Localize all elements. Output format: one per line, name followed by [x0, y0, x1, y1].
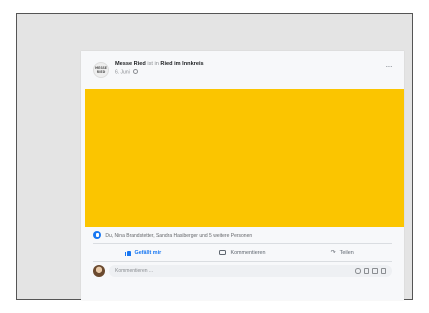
comment-input[interactable]: Kommentieren ...	[109, 265, 392, 277]
post-image[interactable]	[85, 89, 404, 227]
avatar[interactable]	[93, 265, 105, 277]
thumbs-up-icon	[124, 250, 131, 256]
post-header: MESSE RIED Messe Ried ist in Ried im Inn…	[81, 51, 404, 89]
like-label: Gefällt mir	[134, 249, 162, 256]
comment-placeholder: Kommentieren ...	[115, 268, 154, 274]
post-date[interactable]: 6. Juni	[115, 70, 130, 76]
comment-label: Kommentieren	[230, 249, 266, 256]
page-name-link[interactable]: Messe Ried	[115, 61, 146, 67]
emoji-icon[interactable]	[355, 268, 361, 274]
comment-input-icons	[355, 268, 386, 274]
camera-icon[interactable]	[363, 268, 369, 274]
page-logo[interactable]: MESSE RIED	[93, 62, 109, 78]
location-connector-text: ist in	[147, 61, 159, 67]
like-reaction-icon	[93, 231, 101, 239]
gif-icon[interactable]	[372, 268, 378, 274]
sticker-icon[interactable]	[380, 268, 386, 274]
post-title: Messe Ried ist in Ried im Innkreis	[115, 61, 204, 67]
more-options-icon[interactable]: ···	[386, 63, 393, 71]
reactions-text: Du, Nina Brandstetter, Sandra Hasiberger…	[105, 233, 253, 239]
post-actions: Gefällt mir Kommentieren ↷ Teilen	[93, 244, 392, 261]
share-label: Teilen	[339, 249, 354, 256]
comment-composer: Kommentieren ...	[93, 264, 392, 278]
like-button[interactable]: Gefällt mir	[93, 244, 193, 261]
screenshot-frame: MESSE RIED Messe Ried ist in Ried im Inn…	[16, 13, 413, 300]
comment-button[interactable]: Kommentieren	[193, 244, 293, 261]
divider	[93, 261, 392, 262]
share-button[interactable]: ↷ Teilen	[292, 244, 392, 261]
comment-bubble-icon	[219, 250, 227, 255]
post-meta: 6. Juni	[115, 69, 139, 76]
location-link[interactable]: Ried im Innkreis	[160, 61, 203, 67]
globe-icon	[133, 69, 139, 74]
facebook-post-card: MESSE RIED Messe Ried ist in Ried im Inn…	[81, 51, 404, 300]
reactions-summary[interactable]: Du, Nina Brandstetter, Sandra Hasiberger…	[93, 230, 252, 242]
share-arrow-icon: ↷	[330, 249, 336, 256]
